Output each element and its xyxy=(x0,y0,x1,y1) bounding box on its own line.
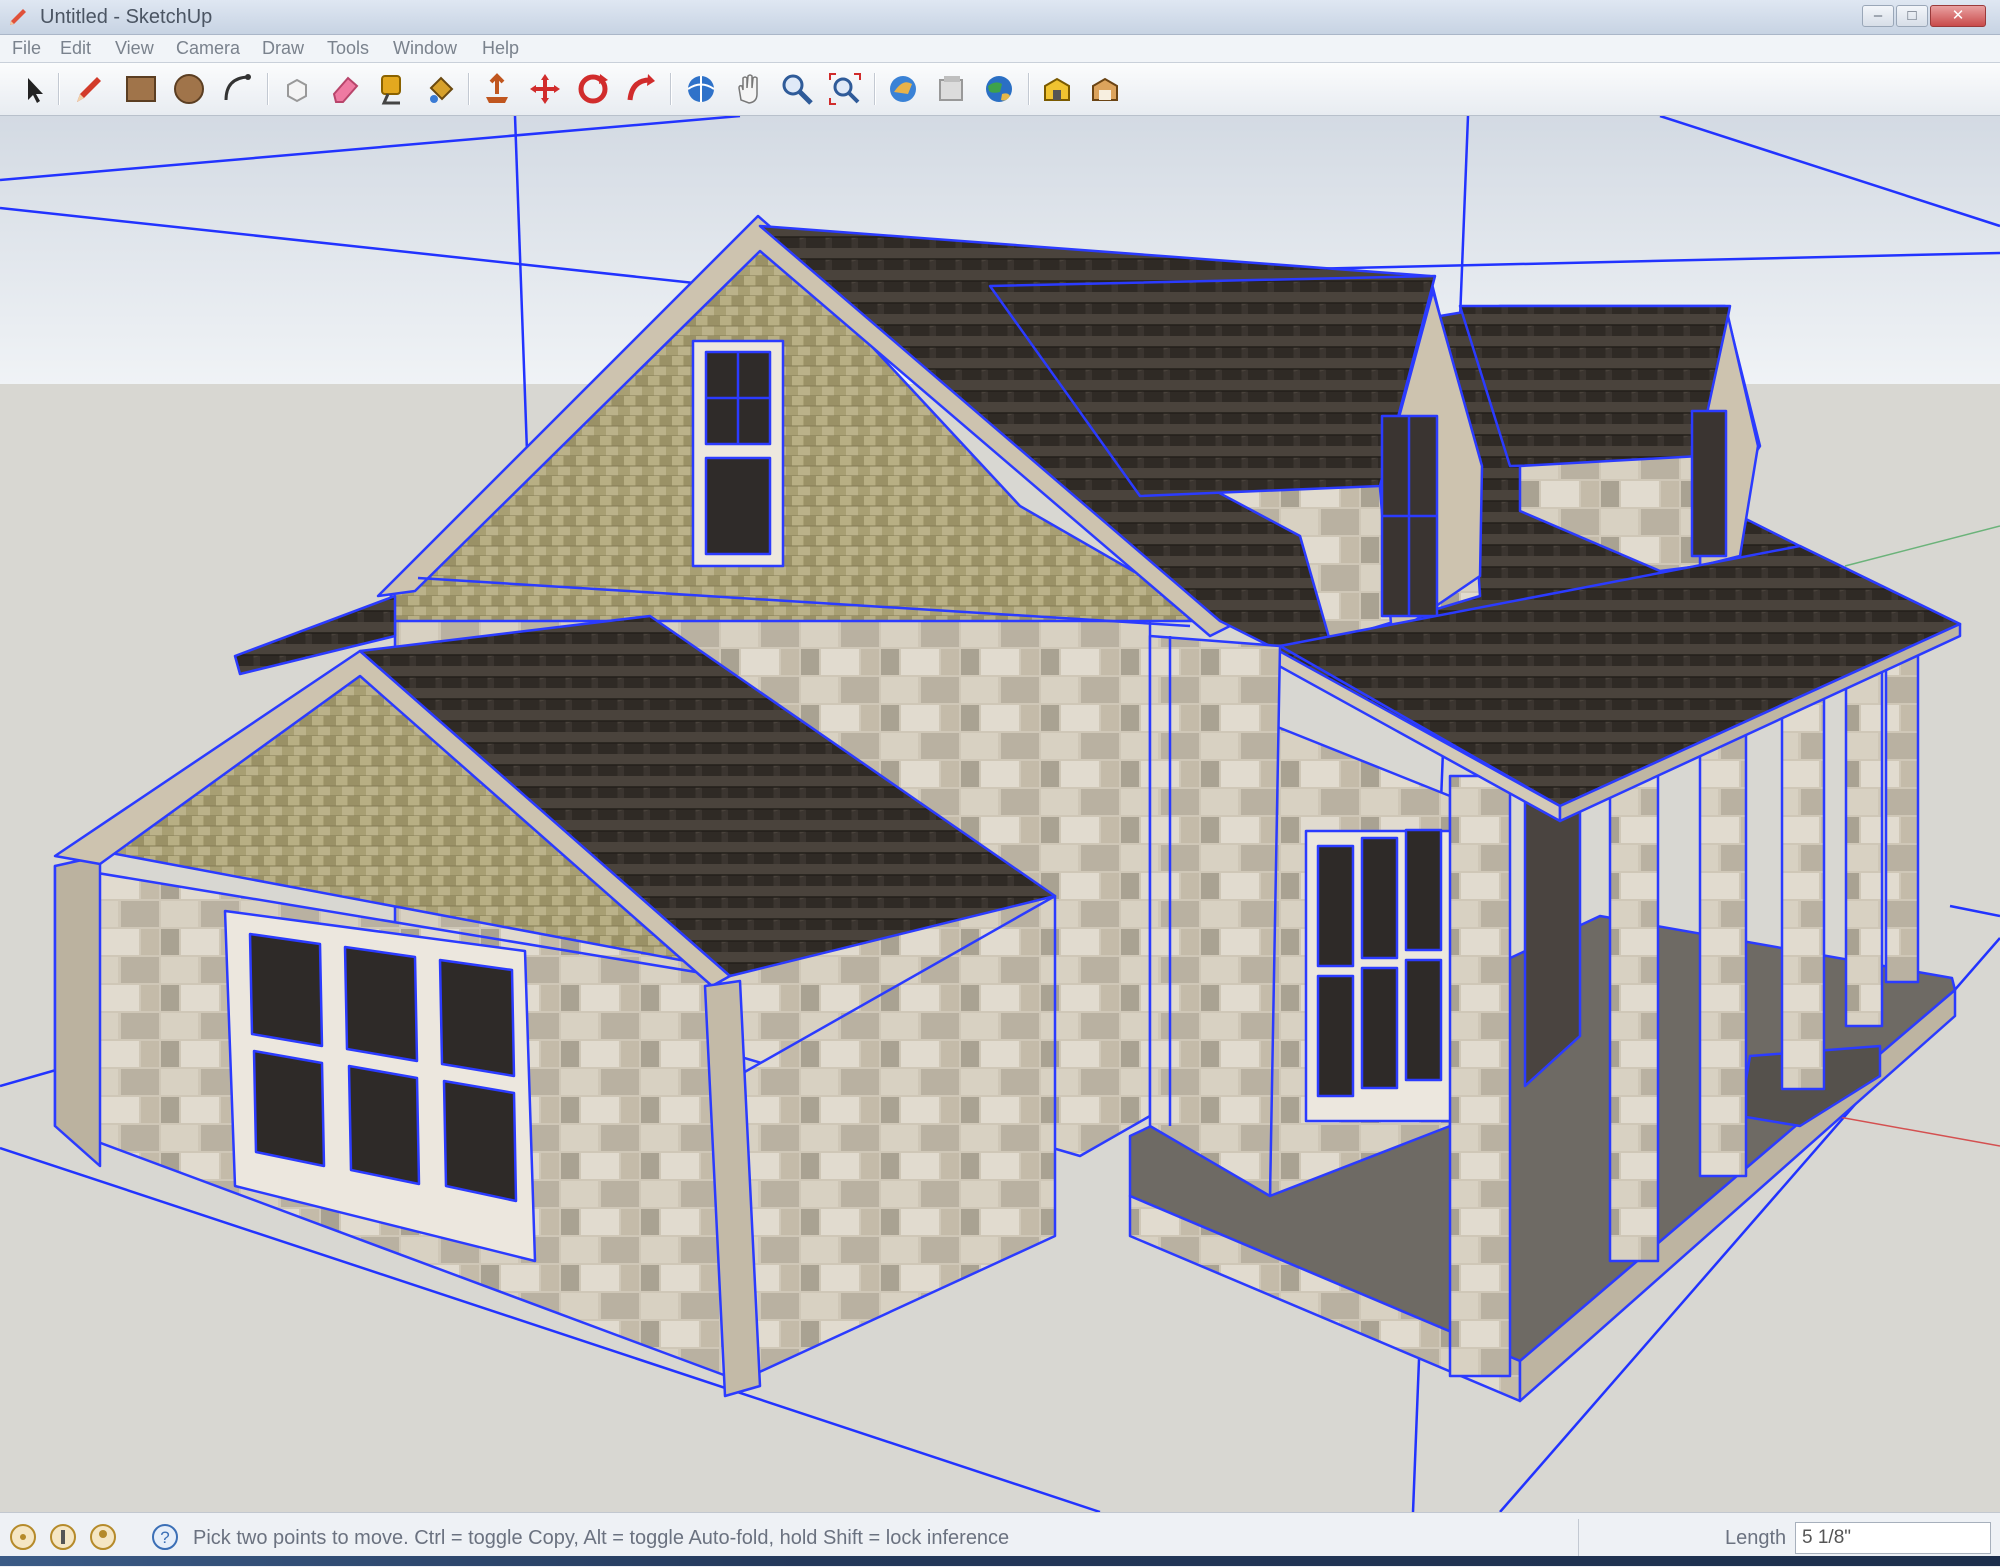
share-model-tool[interactable] xyxy=(932,70,970,108)
rotate-tool[interactable] xyxy=(574,70,612,108)
menu-camera[interactable]: Camera xyxy=(176,38,240,59)
get-models-tool[interactable] xyxy=(884,70,922,108)
3d-warehouse-tool[interactable] xyxy=(1086,70,1124,108)
push-pull-tool[interactable] xyxy=(478,70,516,108)
menu-view[interactable]: View xyxy=(115,38,154,59)
google-earth-icon xyxy=(986,76,1012,102)
toolbar xyxy=(0,63,2000,116)
select-tool[interactable] xyxy=(14,70,52,108)
help-icon[interactable]: ? xyxy=(150,1522,180,1552)
credits-icon[interactable] xyxy=(48,1522,78,1552)
wing-corner-trim xyxy=(53,854,102,1168)
close-button[interactable]: ✕ xyxy=(1930,5,1986,27)
window-title: Untitled - SketchUp xyxy=(40,6,213,28)
menu-file[interactable]: File xyxy=(12,38,41,59)
close-icon: ✕ xyxy=(1951,7,1965,24)
maximize-button[interactable]: □ xyxy=(1896,5,1928,27)
toolbar-separator xyxy=(58,73,60,105)
follow-me-tool[interactable] xyxy=(622,70,660,108)
toolbar-separator xyxy=(874,73,876,105)
orbit-tool[interactable] xyxy=(682,70,720,108)
measurements-input[interactable] xyxy=(1795,1522,1991,1554)
line-tool[interactable] xyxy=(70,70,108,108)
user-icon[interactable] xyxy=(88,1522,118,1552)
share-model-icon xyxy=(939,76,963,101)
toolbar-separator xyxy=(670,73,672,105)
google-earth-tool[interactable] xyxy=(980,70,1018,108)
component-icon xyxy=(287,78,307,103)
toolbar-separator xyxy=(468,73,470,105)
menu-tools[interactable]: Tools xyxy=(327,38,369,59)
circle-icon xyxy=(174,74,204,104)
eraser-icon xyxy=(332,76,359,103)
rectangle-tool[interactable] xyxy=(122,70,160,108)
warehouse-icon xyxy=(1092,77,1118,101)
zoom-icon xyxy=(782,74,813,105)
dormer-window xyxy=(1690,409,1728,558)
circle-tool[interactable] xyxy=(170,70,208,108)
geo-location-icon[interactable] xyxy=(8,1522,38,1552)
porch-column xyxy=(1844,649,1884,1028)
follow-me-icon xyxy=(627,74,655,101)
model-canvas[interactable] xyxy=(0,116,2000,1512)
get-models-icon xyxy=(890,76,916,102)
porch-door xyxy=(1523,774,1582,1088)
title-bar: Untitled - SketchUp – □ ✕ xyxy=(0,0,2000,35)
paint-bucket-icon xyxy=(429,76,454,103)
extension-warehouse-tool[interactable] xyxy=(1038,70,1076,108)
svg-text:?: ? xyxy=(160,1528,169,1547)
push-pull-icon xyxy=(486,73,508,103)
move-icon xyxy=(530,74,560,104)
arc-tool[interactable] xyxy=(220,70,258,108)
make-component-tool[interactable] xyxy=(278,70,316,108)
porch-column xyxy=(1780,672,1826,1091)
orbit-icon xyxy=(687,76,715,102)
rectangle-icon xyxy=(126,76,156,102)
menu-bar: File Edit View Camera Draw Tools Window … xyxy=(0,35,2000,63)
extension-warehouse-icon xyxy=(1044,77,1070,101)
menu-draw[interactable]: Draw xyxy=(262,38,304,59)
minimize-icon: – xyxy=(1873,7,1883,24)
zoom-tool[interactable] xyxy=(778,70,816,108)
pan-tool[interactable] xyxy=(730,70,768,108)
maximize-icon: □ xyxy=(1907,7,1917,24)
toolbar-separator xyxy=(1028,73,1030,105)
menu-help[interactable]: Help xyxy=(482,38,519,59)
porch-column xyxy=(1884,630,1920,984)
status-message: Pick two points to move. Ctrl = toggle C… xyxy=(193,1527,1010,1549)
zoom-extents-tool[interactable] xyxy=(826,70,864,108)
porch-column xyxy=(1608,739,1660,1263)
porch-column xyxy=(1698,704,1748,1178)
eraser-tool[interactable] xyxy=(326,70,364,108)
toolbar-separator xyxy=(267,73,269,105)
porch-column xyxy=(1448,774,1512,1378)
zoom-extents-icon xyxy=(829,73,861,105)
pencil-icon xyxy=(77,77,101,102)
window-pane xyxy=(704,456,772,556)
arrow-cursor-icon xyxy=(28,78,43,103)
measurements-label: Length xyxy=(1725,1527,1787,1549)
arc-icon xyxy=(224,74,251,101)
sketchup-pencil-icon xyxy=(10,9,26,25)
tape-measure-tool[interactable] xyxy=(374,70,412,108)
paint-bucket-tool[interactable] xyxy=(422,70,460,108)
menu-edit[interactable]: Edit xyxy=(60,38,91,59)
menu-window[interactable]: Window xyxy=(393,38,457,59)
minimize-button[interactable]: – xyxy=(1862,5,1894,27)
move-tool[interactable] xyxy=(526,70,564,108)
tape-measure-icon xyxy=(381,75,401,105)
taskbar-strip xyxy=(0,1556,2000,1566)
model-viewport[interactable] xyxy=(0,116,2000,1512)
status-divider xyxy=(1578,1519,1579,1559)
rotate-icon xyxy=(578,74,608,104)
pan-hand-icon xyxy=(738,74,758,104)
